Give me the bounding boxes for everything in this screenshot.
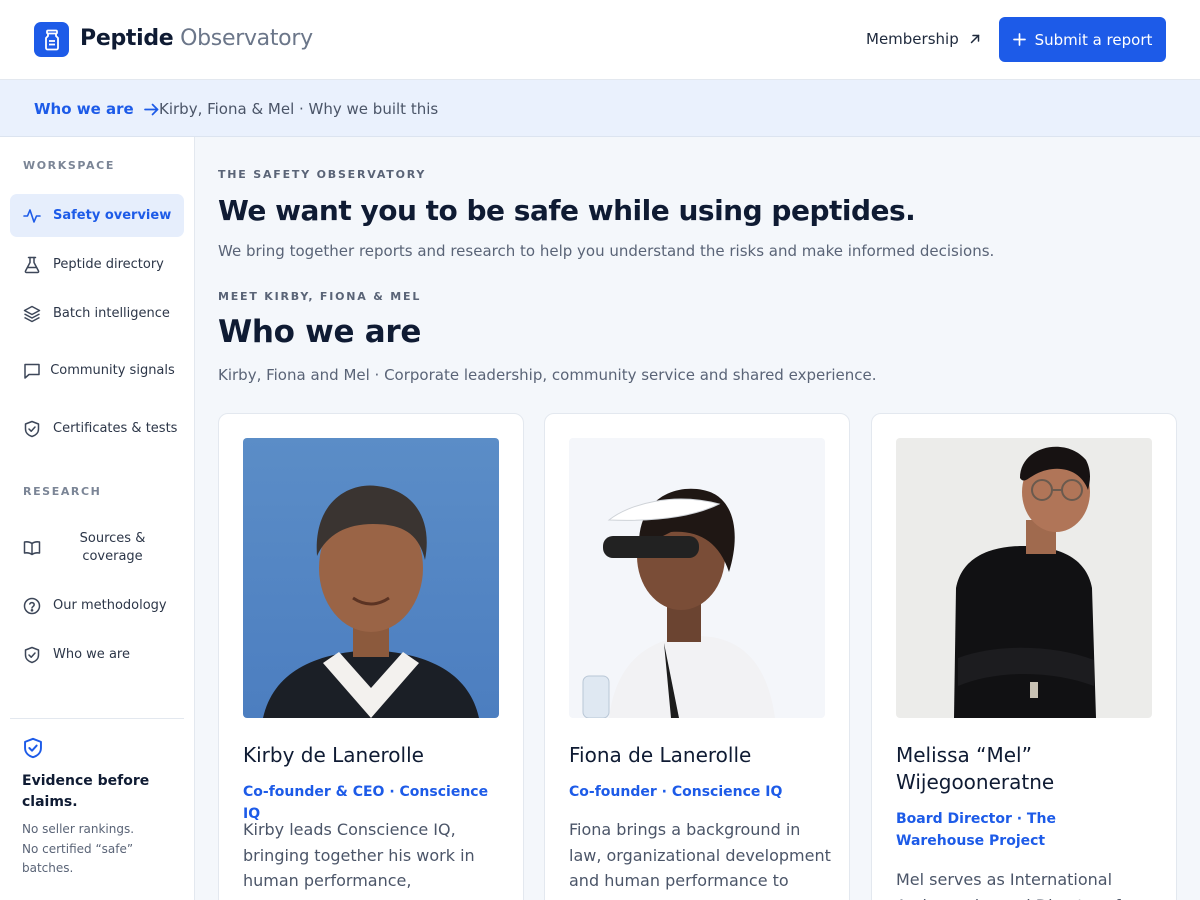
announcement-text: Kirby, Fiona & Mel · Why we built this: [159, 100, 439, 118]
workspace-heading: WORKSPACE: [23, 159, 115, 172]
shield-icon: [23, 646, 41, 664]
brand-bold: Peptide: [80, 26, 174, 51]
portrait-photo: [896, 438, 1152, 718]
brand-light: Observatory: [180, 26, 313, 51]
book-icon: [23, 539, 41, 557]
help-circle-icon: [23, 597, 41, 615]
portrait-photo: [243, 438, 499, 718]
section-lead: Kirby, Fiona and Mel · Corporate leaders…: [218, 366, 877, 384]
sidebar-item-label: Who we are: [53, 646, 130, 662]
membership-link[interactable]: Membership: [866, 30, 981, 48]
sidebar-item-peptide-directory[interactable]: Peptide directory: [10, 243, 184, 286]
member-name: Kirby de Lanerolle: [243, 743, 424, 767]
sidebar-item-label: Community signals: [50, 363, 175, 378]
member-name: Melissa “Mel” Wijegooneratne: [896, 743, 1055, 794]
page-title: We want you to be safe while using pepti…: [218, 194, 916, 227]
team-card: Melissa “Mel” Wijegooneratne Board Direc…: [871, 413, 1177, 900]
sidebar-item-label: Certificates & tests: [53, 420, 178, 436]
arrow-right-icon: [143, 103, 159, 115]
sidebar-item-label: Sources & coverage: [79, 531, 146, 564]
plus-icon: [1012, 33, 1026, 46]
who-we-are-link-label: Who we are: [34, 100, 134, 118]
who-we-are-link[interactable]: Who we are: [34, 100, 159, 118]
sidebar-item-community-signals[interactable]: Community signals: [10, 343, 184, 399]
submit-report-label: Submit a report: [1034, 30, 1153, 49]
team-eyebrow: MEET KIRBY, FIONA & MEL: [218, 290, 422, 303]
portrait-photo: [569, 438, 825, 718]
flask-icon: [23, 256, 41, 274]
sidebar-item-label: Safety overview: [53, 207, 172, 223]
sidebar-item-who-we-are[interactable]: Who we are: [10, 633, 184, 676]
logo[interactable]: [34, 22, 69, 57]
sidebar-divider: [10, 718, 184, 719]
section-title: Who we are: [218, 314, 422, 350]
sidebar-item-our-methodology[interactable]: Our methodology: [10, 584, 184, 627]
member-role: Board Director · The Warehouse Project: [896, 811, 1056, 849]
submit-report-button[interactable]: Submit a report: [999, 17, 1166, 62]
sidebar-item-sources-coverage[interactable]: Sources & coverage: [10, 520, 184, 576]
sidebar-item-label: Batch intelligence: [53, 305, 170, 321]
team-card: Fiona de Lanerolle Co-founder · Conscien…: [544, 413, 850, 900]
research-heading: RESEARCH: [23, 485, 102, 498]
member-name: Fiona de Lanerolle: [569, 743, 752, 767]
evidence-text: No seller rankings. No certified “safe” …: [22, 822, 135, 875]
brand-name[interactable]: Peptide Observatory: [80, 26, 313, 51]
member-role: Co-founder · Conscience IQ: [569, 784, 783, 800]
external-arrow-icon: [970, 34, 979, 44]
member-bio: Fiona brings a background in law, organi…: [569, 820, 831, 890]
sidebar: WORKSPACE Safety overview Peptide direct…: [0, 137, 195, 900]
top-bar: Peptide Observatory Membership Submit a …: [0, 0, 1200, 80]
sidebar-item-safety-overview[interactable]: Safety overview: [10, 194, 184, 237]
sidebar-item-certificates-tests[interactable]: Certificates & tests: [10, 407, 184, 450]
team-card: Kirby de Lanerolle Co-founder & CEO · Co…: [218, 413, 524, 900]
vial-icon: [44, 29, 59, 50]
sidebar-item-batch-intelligence[interactable]: Batch intelligence: [10, 292, 184, 335]
shield-check-icon: [22, 737, 44, 763]
membership-label: Membership: [866, 30, 959, 48]
activity-icon: [23, 207, 41, 225]
shield-check-icon: [23, 420, 41, 438]
page-lead: We bring together reports and research t…: [218, 242, 995, 260]
announcement-bar: Who we are Kirby, Fiona & Mel · Why we b…: [0, 80, 1200, 137]
layers-icon: [23, 305, 41, 323]
sidebar-item-label: Peptide directory: [53, 256, 164, 272]
evidence-title: Evidence before claims.: [22, 773, 150, 810]
sidebar-item-label: Our methodology: [53, 597, 167, 613]
member-bio: Mel serves as International Ambassador a…: [896, 870, 1121, 900]
member-bio: Kirby leads Conscience IQ, bringing toge…: [243, 820, 475, 900]
section-eyebrow: THE SAFETY OBSERVATORY: [218, 168, 427, 181]
chat-icon: [23, 362, 41, 380]
